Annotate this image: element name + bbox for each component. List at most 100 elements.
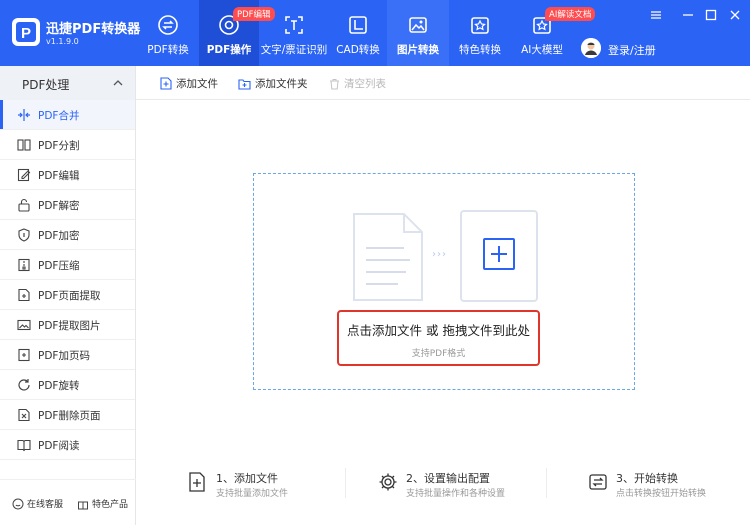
- sidebar-item-label: PDF合并: [38, 110, 80, 122]
- sidebar-item-label: PDF加密: [38, 230, 80, 242]
- close-icon[interactable]: [728, 8, 742, 22]
- step-title: 1、添加文件: [216, 472, 278, 485]
- drop-hint-box: 点击添加文件 或 拖拽文件到此处 支持PDF格式: [337, 310, 540, 366]
- online-service-label: 在线客服: [27, 500, 64, 510]
- document-illustration: [353, 213, 423, 301]
- edit-icon: [17, 168, 31, 182]
- add-file-button[interactable]: 添加文件: [160, 76, 218, 91]
- online-service-button[interactable]: 在线客服: [12, 497, 63, 510]
- plus-icon: [491, 246, 507, 262]
- nav-label: 特色转换: [459, 44, 501, 56]
- nav-ocr[interactable]: 文字/票证识别: [259, 0, 329, 66]
- nav-label: AI大模型: [521, 44, 563, 56]
- sidebar-item-delete-page[interactable]: PDF删除页面: [0, 400, 135, 430]
- step-title: 2、设置输出配置: [406, 472, 490, 485]
- featured-products-label: 特色产品: [92, 500, 129, 510]
- delete-page-icon: [18, 408, 30, 422]
- nav-label: CAD转换: [336, 44, 380, 56]
- nav-pdf-operations[interactable]: PDF操作 PDF编辑: [199, 0, 275, 66]
- gear-icon: [379, 473, 397, 491]
- gift-icon: [78, 501, 88, 510]
- sidebar-item-label: PDF提取图片: [38, 320, 101, 332]
- nav-label: PDF转换: [147, 44, 189, 56]
- arrow-icon: ›››: [432, 249, 447, 260]
- step-divider: [546, 468, 547, 498]
- ocr-icon: [285, 16, 303, 34]
- sidebar-title: PDF处理: [22, 78, 70, 92]
- step-desc: 点击转换按钮开始转换: [616, 489, 707, 499]
- page-extract-icon: [18, 288, 30, 302]
- merge-icon: [18, 109, 30, 121]
- add-folder-label: 添加文件夹: [255, 78, 308, 90]
- sidebar-footer: 在线客服 特色产品: [0, 479, 136, 525]
- nav-label: PDF操作: [206, 44, 252, 56]
- maximize-icon[interactable]: [704, 8, 718, 22]
- toolbar: 添加文件 添加文件夹 清空列表: [136, 66, 750, 100]
- clear-list-button[interactable]: 清空列表: [329, 76, 386, 91]
- login-button[interactable]: 登录/注册: [608, 42, 656, 58]
- special-icon: [471, 17, 489, 34]
- clear-list-label: 清空列表: [344, 78, 386, 90]
- trash-icon: [330, 79, 339, 90]
- rotate-icon: [18, 379, 30, 391]
- avatar[interactable]: [581, 38, 601, 58]
- sidebar-item-label: PDF删除页面: [38, 410, 101, 422]
- sidebar-item-label: PDF页面提取: [38, 290, 101, 302]
- sidebar-item-page-number[interactable]: PDF加页码: [0, 340, 135, 370]
- step-desc: 支持批量添加文件: [216, 489, 289, 499]
- page-number-icon: [18, 348, 30, 362]
- sidebar-item-decrypt[interactable]: PDF解密: [0, 190, 135, 220]
- menu-icon[interactable]: [649, 8, 663, 22]
- split-icon: [17, 139, 31, 151]
- nav-label: 图片转换: [397, 44, 439, 56]
- nav-badge: AI解读文档: [545, 7, 596, 21]
- sidebar-item-edit[interactable]: PDF编辑: [0, 160, 135, 190]
- shield-icon: [18, 228, 30, 242]
- nav-cad[interactable]: CAD转换: [329, 0, 387, 66]
- sidebar-item-image-extract[interactable]: PDF提取图片: [0, 310, 135, 340]
- image-extract-icon: [17, 319, 31, 331]
- chevron-up-icon: [113, 80, 123, 86]
- sidebar-item-label: PDF解密: [38, 200, 80, 212]
- sidebar-item-label: PDF加页码: [38, 350, 90, 362]
- svg-text:P: P: [21, 25, 31, 42]
- sidebar-item-read[interactable]: PDF阅读: [0, 430, 135, 460]
- app-version: v1.1.9.0: [46, 37, 79, 46]
- nav-special[interactable]: 特色转换: [449, 0, 511, 66]
- sidebar-item-label: PDF旋转: [38, 380, 80, 392]
- nav-image[interactable]: 图片转换: [387, 0, 449, 66]
- sidebar-item-rotate[interactable]: PDF旋转: [0, 370, 135, 400]
- add-file-icon: [160, 77, 172, 90]
- add-file-illustration: [460, 210, 538, 302]
- convert-icon: [158, 15, 178, 35]
- drop-hint-sub: 支持PDF格式: [411, 349, 466, 359]
- title-bar: P 迅捷PDF转换器 v1.1.9.0 PDF转换 PDF操作 PDF编辑 文字…: [0, 0, 750, 66]
- app-logo: P: [12, 18, 40, 46]
- add-file-label: 添加文件: [176, 78, 218, 90]
- add-folder-button[interactable]: 添加文件夹: [238, 76, 308, 91]
- sidebar-header[interactable]: PDF处理: [0, 66, 135, 100]
- sidebar-item-label: PDF阅读: [38, 440, 80, 452]
- add-folder-icon: [238, 79, 251, 90]
- sidebar-item-compress[interactable]: PDF压缩: [0, 250, 135, 280]
- featured-products-button[interactable]: 特色产品: [77, 497, 128, 510]
- file-drop-zone[interactable]: ››› 点击添加文件 或 拖拽文件到此处 支持PDF格式: [253, 173, 635, 390]
- nav-ai[interactable]: AI大模型 AI解读文档: [511, 0, 596, 66]
- sidebar-item-split[interactable]: PDF分割: [0, 130, 135, 160]
- sidebar-item-encrypt[interactable]: PDF加密: [0, 220, 135, 250]
- sidebar-item-merge[interactable]: PDF合并: [0, 100, 135, 130]
- cad-icon: [349, 16, 367, 34]
- sidebar-item-page-extract[interactable]: PDF页面提取: [0, 280, 135, 310]
- minimize-icon[interactable]: [681, 8, 695, 22]
- nav-pdf-convert[interactable]: PDF转换: [137, 0, 199, 66]
- read-icon: [17, 439, 31, 452]
- unlock-icon: [18, 198, 30, 212]
- step-desc: 支持批量操作和各种设置: [406, 489, 506, 499]
- sidebar-item-label: PDF压缩: [38, 260, 80, 272]
- add-file-icon: [189, 472, 205, 492]
- nav-label: 文字/票证识别: [260, 44, 328, 56]
- app-title: 迅捷PDF转换器: [46, 22, 141, 37]
- headset-icon: [12, 498, 24, 510]
- drop-hint-main: 点击添加文件 或 拖拽文件到此处: [347, 323, 530, 338]
- step-divider: [345, 468, 346, 498]
